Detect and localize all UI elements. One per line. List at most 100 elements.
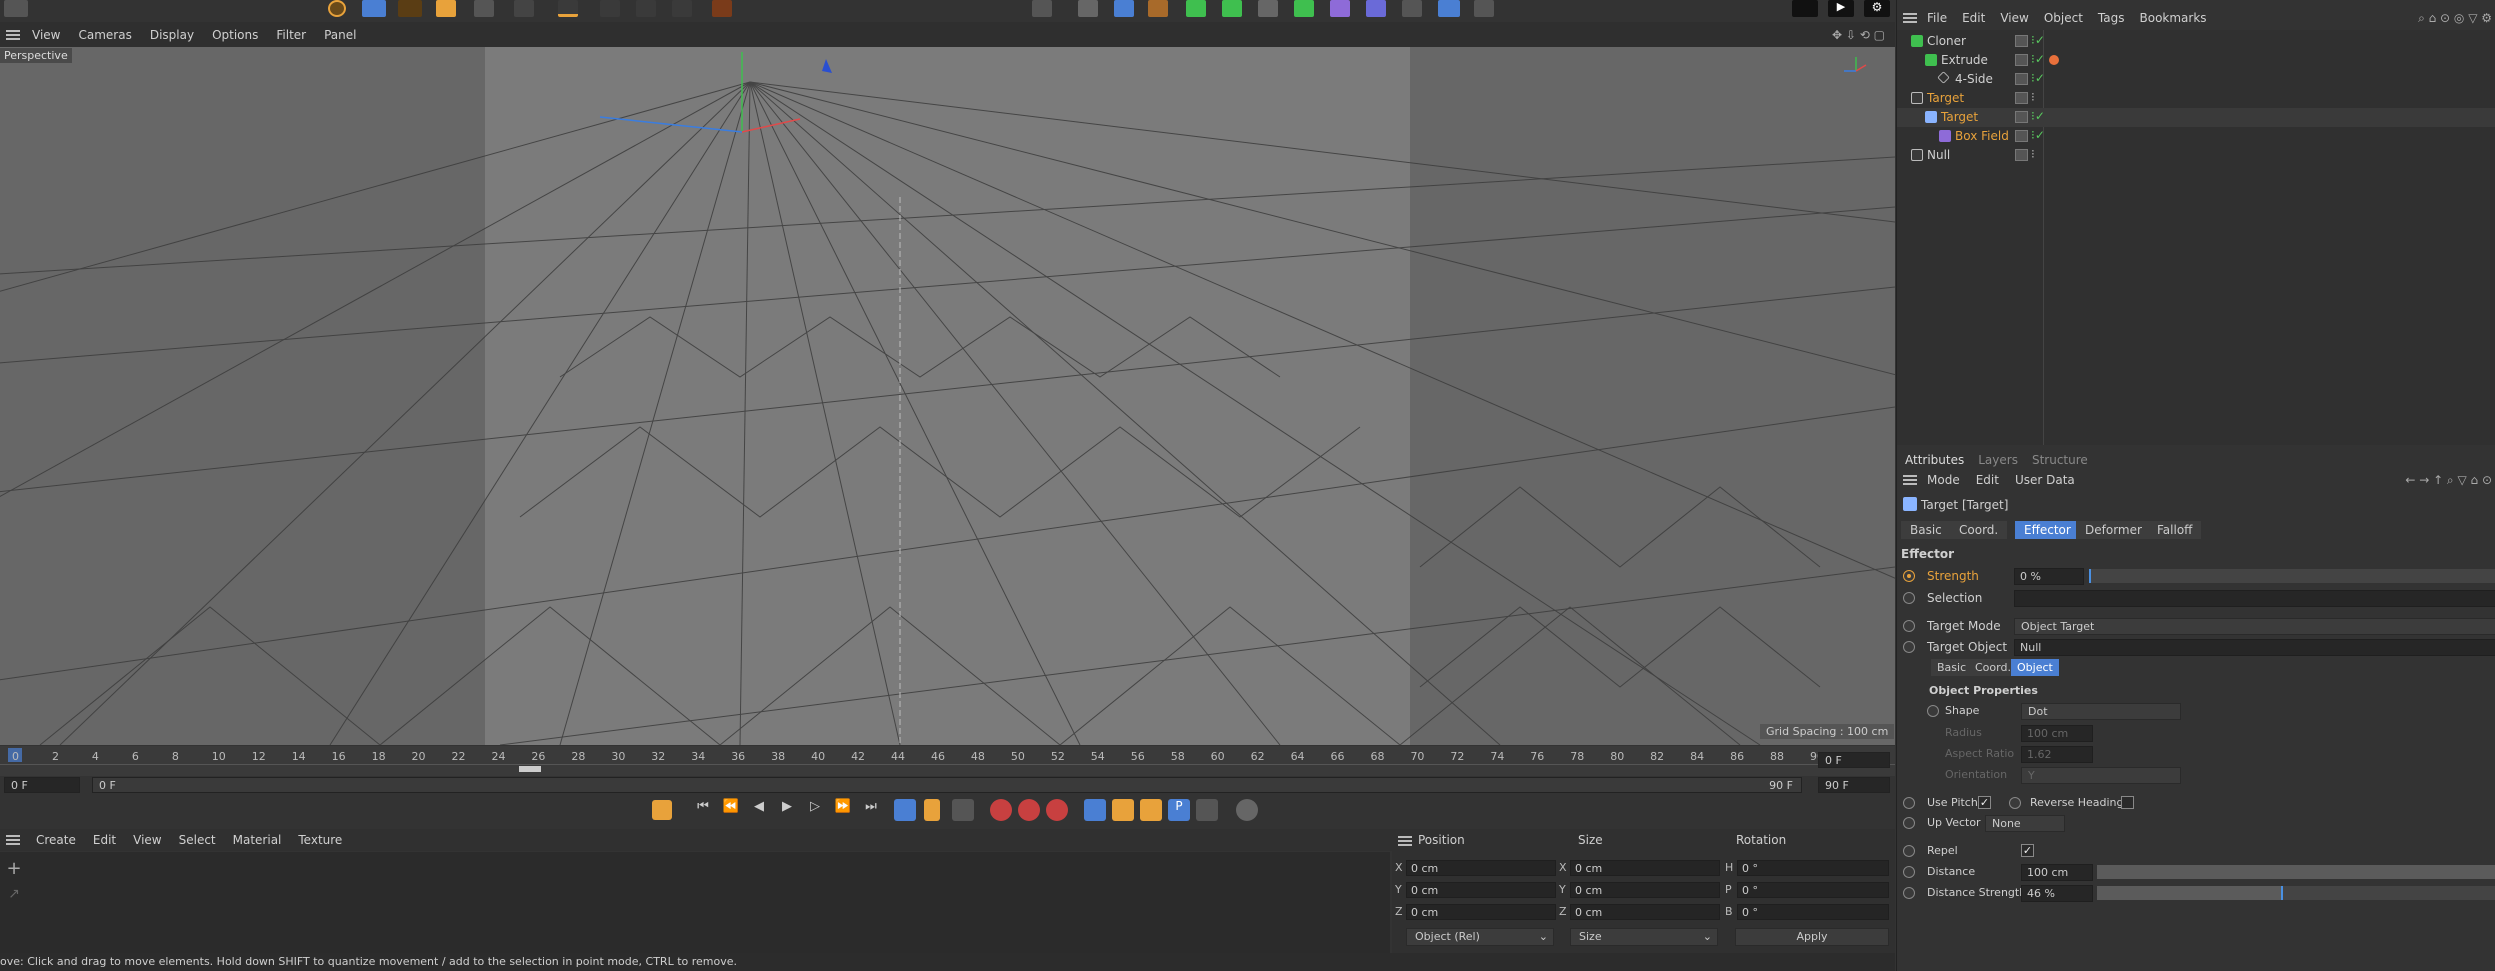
- object-row-box-field[interactable]: Box Field ⁝✓: [1897, 127, 2495, 146]
- slider-handle[interactable]: [2089, 569, 2091, 583]
- add-material-icon[interactable]: +: [4, 860, 24, 880]
- use-pitch-checkbox[interactable]: ✓: [1978, 796, 1991, 809]
- size-y-field[interactable]: 0 cm: [1570, 882, 1720, 898]
- object-row-target-null[interactable]: Target ⁝: [1897, 89, 2495, 108]
- loop-icon[interactable]: [894, 799, 916, 821]
- up-vector-select[interactable]: None: [1985, 815, 2065, 832]
- render-view-icon[interactable]: [1792, 0, 1818, 17]
- menu-mode[interactable]: Mode: [1919, 473, 1968, 487]
- object-row-null[interactable]: Null ⁝: [1897, 146, 2495, 165]
- light-icon[interactable]: [1474, 0, 1494, 17]
- inner-tab-coord[interactable]: Coord.: [1969, 659, 2017, 676]
- scene-icon[interactable]: [1366, 0, 1386, 17]
- size-x-field[interactable]: 0 cm: [1570, 860, 1720, 876]
- timeline-ruler[interactable]: 0 2 4 6 8 10 12 14 16 18 20 22 24 26 28 30 32 34 36 38 40 42 4…: [0, 746, 1895, 776]
- layer-box[interactable]: [2015, 149, 2028, 161]
- menu-cameras[interactable]: Cameras: [70, 28, 141, 42]
- object-list[interactable]: Cloner ⁝✓ Extrude ⁝✓ 4-Side ⁝✓ Target ⁝ …: [1897, 30, 2495, 445]
- scheme-icon[interactable]: [1236, 799, 1258, 821]
- key-rotation-icon[interactable]: [1112, 799, 1134, 821]
- sound-icon[interactable]: [952, 799, 974, 821]
- distance-strength-field[interactable]: 46 %: [2021, 885, 2093, 902]
- hamburger-icon[interactable]: [6, 28, 20, 42]
- frame-range-slider[interactable]: 0 F 90 F: [92, 777, 1802, 793]
- y-axis-icon[interactable]: [636, 0, 656, 17]
- hamburger-icon[interactable]: [1903, 473, 1917, 487]
- position-z-field[interactable]: 0 cm: [1406, 904, 1556, 920]
- autokey-icon[interactable]: [1018, 799, 1040, 821]
- render-region-icon[interactable]: [1032, 0, 1052, 17]
- tab-layers[interactable]: Layers: [1970, 453, 2024, 467]
- menu-texture[interactable]: Texture: [290, 833, 351, 847]
- spline-pen-icon[interactable]: [1148, 0, 1168, 17]
- next-frame-icon[interactable]: ▷: [804, 799, 826, 821]
- cube-icon[interactable]: [1114, 0, 1134, 17]
- rotation-h-field[interactable]: 0 °: [1737, 860, 1889, 876]
- distance-strength-slider[interactable]: [2097, 886, 2495, 900]
- layer-box[interactable]: [2015, 35, 2028, 47]
- hamburger-icon[interactable]: [1398, 834, 1412, 848]
- next-key-icon[interactable]: ⏩: [832, 799, 854, 821]
- strength-slider[interactable]: [2089, 569, 2495, 583]
- move-tool-icon[interactable]: [362, 0, 386, 17]
- enabled-check-icon[interactable]: ⁝✓: [2031, 33, 2045, 47]
- menu-view[interactable]: View: [1992, 11, 2035, 25]
- menu-file[interactable]: File: [1919, 11, 1954, 25]
- animate-dot-icon[interactable]: [1903, 620, 1915, 632]
- object-row-target-effector[interactable]: Target ⁝✓: [1897, 108, 2495, 127]
- size-z-field[interactable]: 0 cm: [1570, 904, 1720, 920]
- animate-dot-icon[interactable]: [2009, 797, 2021, 809]
- rotate-tool-icon[interactable]: [398, 0, 422, 17]
- menu-bookmarks[interactable]: Bookmarks: [2132, 11, 2214, 25]
- viewport-nav-icons[interactable]: ✥ ⇩ ⟲ ▢: [1832, 28, 1885, 42]
- play-icon[interactable]: ▶: [776, 799, 798, 821]
- inner-tab-object[interactable]: Object: [2011, 659, 2059, 676]
- tab-deformer[interactable]: Deformer: [2076, 521, 2151, 539]
- layer-box[interactable]: [2015, 73, 2028, 85]
- back-arrow-icon[interactable]: ← → ↑ ⌕ ▽ ⌂ ⊙: [2405, 473, 2492, 488]
- animate-dot-icon[interactable]: [1903, 845, 1915, 857]
- key-param-icon[interactable]: P: [1168, 799, 1190, 821]
- rotation-b-field[interactable]: 0 °: [1737, 904, 1889, 920]
- tab-basic[interactable]: Basic: [1901, 521, 1951, 539]
- rotation-p-field[interactable]: 0 °: [1737, 882, 1889, 898]
- enabled-check-icon[interactable]: ⁝✓: [2031, 71, 2045, 85]
- slider-handle[interactable]: [2280, 886, 2283, 900]
- key-pla-icon[interactable]: [1196, 799, 1218, 821]
- current-frame-field[interactable]: 0 F: [1818, 752, 1890, 768]
- layer-box[interactable]: [2015, 130, 2028, 142]
- animate-dot-icon[interactable]: [1903, 817, 1915, 829]
- z-axis-icon[interactable]: [672, 0, 692, 17]
- repel-checkbox[interactable]: ✓: [2021, 844, 2034, 857]
- menu-create[interactable]: Create: [28, 833, 85, 847]
- live-selection-icon[interactable]: [328, 0, 346, 17]
- edit-render-icon[interactable]: [1078, 0, 1098, 17]
- menu-material[interactable]: Material: [225, 833, 291, 847]
- animate-dot-icon[interactable]: [1927, 705, 1939, 717]
- keyframe-icon[interactable]: [652, 800, 672, 820]
- animate-dot-icon[interactable]: [1903, 866, 1915, 878]
- selection-field[interactable]: [2014, 590, 2495, 607]
- menu-user-data[interactable]: User Data: [2007, 473, 2083, 487]
- enabled-check-icon[interactable]: ⁝✓: [2031, 128, 2045, 142]
- start-frame-field[interactable]: 0 F: [4, 777, 80, 793]
- menu-select[interactable]: Select: [171, 833, 225, 847]
- keyframe-selection-icon[interactable]: [1046, 799, 1068, 821]
- animate-dot-icon[interactable]: [1903, 797, 1915, 809]
- menu-tags[interactable]: Tags: [2090, 11, 2132, 25]
- tab-attributes[interactable]: Attributes: [1897, 453, 1970, 467]
- key-scale-icon[interactable]: [1140, 799, 1162, 821]
- prev-frame-icon[interactable]: ◀: [748, 799, 770, 821]
- position-x-field[interactable]: 0 cm: [1406, 860, 1556, 876]
- enabled-check-icon[interactable]: ⁝✓: [2031, 109, 2045, 123]
- menu-edit[interactable]: Edit: [1968, 473, 2007, 487]
- distance-field[interactable]: 100 cm: [2021, 864, 2093, 881]
- animate-dot-icon[interactable]: [1903, 570, 1915, 582]
- menu-options[interactable]: Options: [204, 28, 268, 42]
- deformer-icon[interactable]: [1294, 0, 1314, 17]
- menu-filter[interactable]: Filter: [268, 28, 316, 42]
- hamburger-icon[interactable]: [6, 833, 20, 847]
- animate-dot-icon[interactable]: [1903, 641, 1915, 653]
- 3d-viewport[interactable]: [0, 47, 1895, 745]
- camera-icon[interactable]: [1402, 0, 1422, 17]
